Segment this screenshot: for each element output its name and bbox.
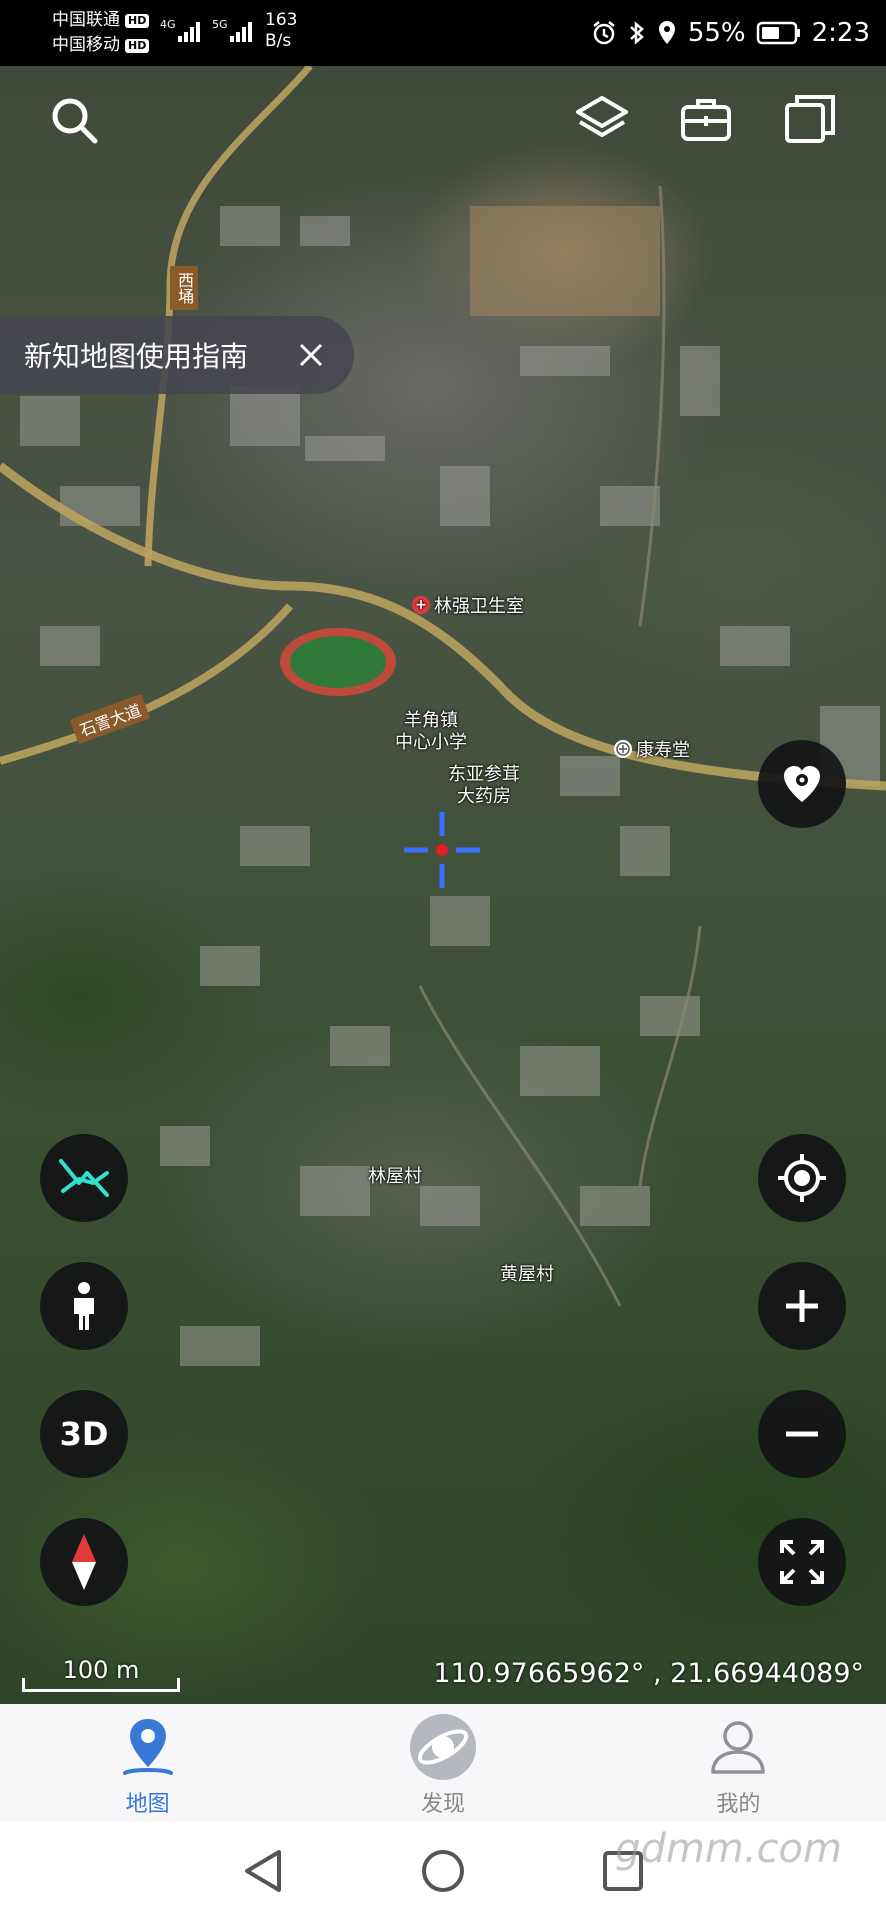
village-label-huangwu: 黄屋村 xyxy=(500,1264,554,1285)
coordinates-readout: 110.97665962° , 21.66944089° xyxy=(433,1658,864,1689)
clock: 2:23 xyxy=(811,18,870,48)
plus-icon xyxy=(786,1290,818,1322)
network-speed: 163 B/s xyxy=(265,10,297,52)
expand-icon xyxy=(780,1540,824,1584)
network-1: 4G xyxy=(160,18,176,31)
bluetooth-icon xyxy=(628,19,646,47)
back-triangle-icon xyxy=(245,1850,281,1892)
status-bar: 中国联通 HD 中国移动 HD 4G 5G 163 B/s 55% 2:23 xyxy=(0,0,886,66)
clinic-icon: + xyxy=(412,596,430,614)
carrier-info: 中国联通 HD 中国移动 HD xyxy=(52,8,150,58)
carrier-1: 中国联通 xyxy=(52,10,120,30)
map-center-crosshair xyxy=(404,812,480,888)
poi-school[interactable]: 羊角镇 中心小学 xyxy=(395,710,467,754)
poi-clinic[interactable]: + 林强卫生室 xyxy=(412,592,524,618)
toolbox-button[interactable] xyxy=(678,92,734,148)
bottom-tab-bar: 地图 发现 我的 xyxy=(0,1704,886,1822)
person-icon xyxy=(74,1282,94,1330)
street-view-button[interactable] xyxy=(40,1262,128,1350)
poi-kangshoutang[interactable]: 康寿堂 xyxy=(614,736,690,762)
poi-pharmacy-line1: 东亚参茸 xyxy=(448,764,520,785)
copy-button[interactable] xyxy=(782,92,838,148)
guide-banner-text: 新知地图使用指南 xyxy=(24,340,249,373)
zoom-in-button[interactable] xyxy=(758,1262,846,1350)
search-icon xyxy=(52,98,98,144)
road-label-xiyong: 西埇 xyxy=(170,266,198,310)
layers-icon xyxy=(576,96,628,137)
battery-icon xyxy=(756,20,802,46)
3d-label: 3D xyxy=(59,1415,109,1453)
heart-pin-icon xyxy=(784,766,820,802)
compass-button[interactable] xyxy=(40,1518,128,1606)
tab-discover-label: 发现 xyxy=(420,1792,465,1817)
tab-profile-label: 我的 xyxy=(716,1792,761,1817)
zoom-out-button[interactable] xyxy=(758,1390,846,1478)
location-icon xyxy=(656,19,678,47)
poi-pharmacy[interactable]: 东亚参茸 大药房 xyxy=(448,764,520,808)
home-button[interactable] xyxy=(418,1846,468,1896)
status-right: 55% 2:23 xyxy=(590,0,870,66)
tab-profile[interactable]: 我的 xyxy=(591,1704,886,1822)
speed-unit: B/s xyxy=(265,31,292,51)
fullscreen-button[interactable] xyxy=(758,1518,846,1606)
toolbox-icon xyxy=(681,99,731,141)
alarm-icon xyxy=(590,19,618,47)
locate-icon xyxy=(778,1154,826,1202)
discover-icon xyxy=(408,1712,478,1782)
network-2: 5G xyxy=(212,18,228,31)
carrier-2: 中国移动 xyxy=(52,35,120,55)
compass-icon xyxy=(72,1534,96,1590)
village-label-linwu: 林屋村 xyxy=(368,1166,422,1187)
hd-badge: HD xyxy=(125,38,150,53)
tab-map[interactable]: 地图 xyxy=(0,1704,295,1822)
minus-icon xyxy=(786,1431,818,1437)
guide-close-button[interactable] xyxy=(294,338,328,372)
poi-school-line1: 羊角镇 xyxy=(404,710,458,731)
poi-clinic-label: 林强卫生室 xyxy=(434,596,524,617)
route-button[interactable] xyxy=(40,1134,128,1222)
speed-value: 163 xyxy=(265,10,298,30)
poi-kangshoutang-label: 康寿堂 xyxy=(636,740,690,761)
tab-map-label: 地图 xyxy=(125,1792,170,1817)
profile-icon xyxy=(703,1712,773,1782)
poi-marker-icon xyxy=(614,740,632,758)
copy-icon xyxy=(785,95,835,143)
poi-pharmacy-line2: 大药房 xyxy=(457,786,511,807)
back-button[interactable] xyxy=(238,1846,288,1896)
close-icon xyxy=(299,343,323,367)
hd-badge: HD xyxy=(125,13,150,28)
3d-toggle-button[interactable]: 3D xyxy=(40,1390,128,1478)
battery-percent: 55% xyxy=(687,18,746,48)
poi-school-line2: 中心小学 xyxy=(395,732,467,753)
signal-icon: 4G 5G xyxy=(160,14,256,52)
guide-banner[interactable]: 新知地图使用指南 xyxy=(0,316,354,394)
route-icon xyxy=(59,1159,109,1197)
search-button[interactable] xyxy=(46,92,102,148)
map-pin-icon xyxy=(113,1712,183,1782)
locate-button[interactable] xyxy=(758,1134,846,1222)
favorites-button[interactable] xyxy=(758,740,846,828)
scale-line xyxy=(22,1678,180,1692)
satellite-map[interactable]: 石詈大道 西埇 + 林强卫生室 羊角镇 中心小学 东亚参茸 大药房 康寿堂 林屋… xyxy=(0,66,886,1704)
tab-discover[interactable]: 发现 xyxy=(295,1704,590,1822)
map-scale: 100 m xyxy=(22,1656,180,1692)
layers-button[interactable] xyxy=(574,92,630,148)
home-circle-icon xyxy=(422,1850,464,1892)
watermark: gdmm.com xyxy=(615,1826,842,1872)
